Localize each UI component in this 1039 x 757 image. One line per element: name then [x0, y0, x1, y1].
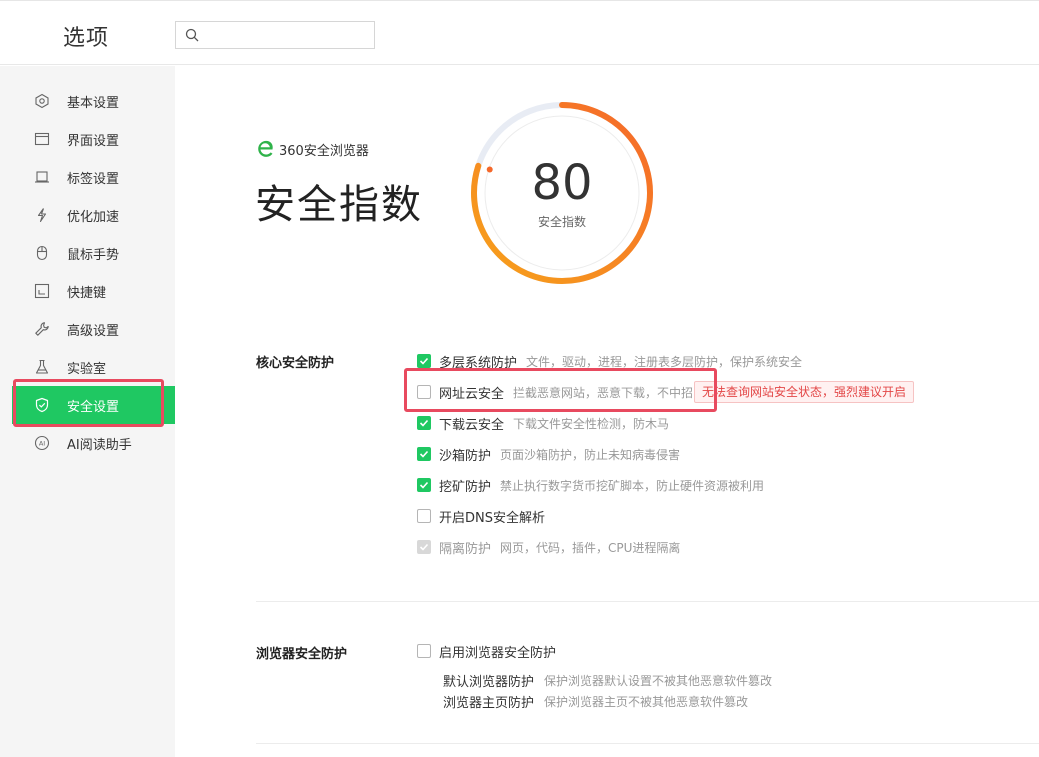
ai-assistant-icon: AI [34, 435, 50, 451]
option-isolation-protection: 隔离防护 网页，代码，插件，CPU进程隔离 [417, 537, 680, 557]
sidebar-item-label: 基本设置 [67, 95, 120, 111]
option-label: 多层系统防护 [439, 355, 518, 371]
option-download-cloud-security[interactable]: 下载云安全 下载文件安全性检测，防木马 [417, 413, 669, 433]
sidebar-item-ai-reading-assistant[interactable]: AI AI阅读助手 [12, 424, 175, 462]
option-label: 启用浏览器安全防护 [439, 645, 557, 661]
sidebar-item-mouse-gestures[interactable]: 鼠标手势 [12, 234, 175, 272]
option-description: 文件，驱动，进程，注册表多层防护，保护系统安全 [526, 354, 803, 369]
sidebar-item-label: AI阅读助手 [67, 437, 132, 453]
brand-name: 360安全浏览器 [279, 143, 369, 159]
brand: 360安全浏览器 [256, 139, 369, 159]
sidebar-item-label: 实验室 [67, 361, 107, 377]
page-header-title: 选项 [63, 26, 110, 51]
option-label: 下载云安全 [439, 417, 505, 433]
checkbox-checked[interactable] [417, 354, 431, 368]
sub-option-label: 默认浏览器防护 [443, 674, 535, 690]
option-description: 网页，代码，插件，CPU进程隔离 [500, 540, 681, 555]
sidebar-item-label: 优化加速 [67, 209, 120, 225]
header: 选项 [0, 4, 1039, 65]
sidebar: 基本设置 界面设置 标签设置 优化加速 鼠标手势 快捷键 高级设置 实验室 安全… [0, 66, 175, 757]
security-score-label: 安全指数 [537, 215, 586, 229]
checkbox-checked[interactable] [417, 478, 431, 492]
sidebar-item-interface-settings[interactable]: 界面设置 [12, 120, 175, 158]
sidebar-item-label: 标签设置 [67, 171, 120, 187]
flask-icon [34, 359, 50, 375]
section-title-core-protection: 核心安全防护 [256, 356, 335, 371]
shield-check-icon [34, 397, 50, 413]
sidebar-item-advanced-settings[interactable]: 高级设置 [12, 310, 175, 348]
sub-option-description: 保护浏览器默认设置不被其他恶意软件篡改 [544, 673, 773, 688]
wrench-icon [34, 321, 50, 337]
search-box[interactable] [175, 21, 375, 49]
sidebar-item-tab-settings[interactable]: 标签设置 [12, 158, 175, 196]
sub-option-description: 保护浏览器主页不被其他恶意软件篡改 [544, 694, 749, 709]
option-url-cloud-security[interactable]: 网址云安全 拦截恶意网站，恶意下载，不中招 [417, 382, 693, 402]
window-icon [34, 131, 50, 147]
checkbox-checked-disabled [417, 540, 431, 554]
sidebar-item-security-settings[interactable]: 安全设置 [12, 386, 175, 424]
checkbox-unchecked[interactable] [417, 385, 431, 399]
lightning-icon [34, 207, 50, 223]
option-enable-browser-protection[interactable]: 启用浏览器安全防护 [417, 641, 556, 661]
section-divider [256, 601, 1039, 602]
option-description: 禁止执行数字货币挖矿脚本，防止硬件资源被利用 [500, 478, 765, 493]
option-label: 挖矿防护 [439, 479, 492, 495]
hexagon-settings-icon [34, 93, 50, 109]
option-mining-protection[interactable]: 挖矿防护 禁止执行数字货币挖矿脚本，防止硬件资源被利用 [417, 475, 764, 495]
sidebar-item-label: 高级设置 [67, 323, 120, 339]
sub-option-homepage-protection: 浏览器主页防护 保护浏览器主页不被其他恶意软件篡改 [443, 692, 749, 711]
security-score-value: 80 [531, 155, 593, 211]
option-label: 开启DNS安全解析 [439, 510, 545, 526]
option-label: 网址云安全 [439, 386, 505, 402]
option-sandbox-protection[interactable]: 沙箱防护 页面沙箱防护，防止未知病毒侵害 [417, 444, 680, 464]
browser-logo-icon [258, 140, 273, 157]
sidebar-item-label: 界面设置 [67, 133, 120, 149]
search-input[interactable] [206, 25, 366, 45]
sidebar-item-basic-settings[interactable]: 基本设置 [12, 82, 175, 120]
checkbox-unchecked[interactable] [417, 644, 431, 658]
option-dns-secure-resolution[interactable]: 开启DNS安全解析 [417, 506, 545, 526]
page-title: 安全指数 [255, 182, 423, 228]
option-description: 下载文件安全性检测，防木马 [513, 416, 670, 431]
sidebar-item-lab[interactable]: 实验室 [12, 348, 175, 386]
sidebar-item-label: 快捷键 [67, 285, 107, 301]
search-icon [185, 28, 199, 42]
mouse-icon [34, 245, 50, 261]
keyboard-shortcut-icon [34, 283, 50, 299]
sub-option-default-browser-protection: 默认浏览器防护 保护浏览器默认设置不被其他恶意软件篡改 [443, 671, 773, 690]
tab-icon [34, 169, 50, 185]
option-multilayer-protection[interactable]: 多层系统防护 文件，驱动，进程，注册表多层防护，保护系统安全 [417, 351, 802, 371]
option-label: 隔离防护 [439, 541, 492, 557]
section-title-browser-protection: 浏览器安全防护 [256, 647, 348, 662]
option-description: 拦截恶意网站，恶意下载，不中招 [513, 385, 694, 400]
svg-text:AI: AI [39, 440, 45, 448]
checkbox-checked[interactable] [417, 447, 431, 461]
sidebar-item-label: 安全设置 [67, 399, 120, 415]
option-label: 沙箱防护 [439, 448, 492, 464]
warning-tag: 无法查询网站安全状态，强烈建议开启 [694, 381, 915, 403]
section-divider [256, 743, 1039, 744]
sub-option-label: 浏览器主页防护 [443, 695, 535, 711]
sidebar-item-optimize[interactable]: 优化加速 [12, 196, 175, 234]
option-description: 页面沙箱防护，防止未知病毒侵害 [500, 447, 681, 462]
sidebar-item-label: 鼠标手势 [67, 247, 120, 263]
checkbox-unchecked[interactable] [417, 509, 431, 523]
checkbox-checked[interactable] [417, 416, 431, 430]
sidebar-item-shortcuts[interactable]: 快捷键 [12, 272, 175, 310]
